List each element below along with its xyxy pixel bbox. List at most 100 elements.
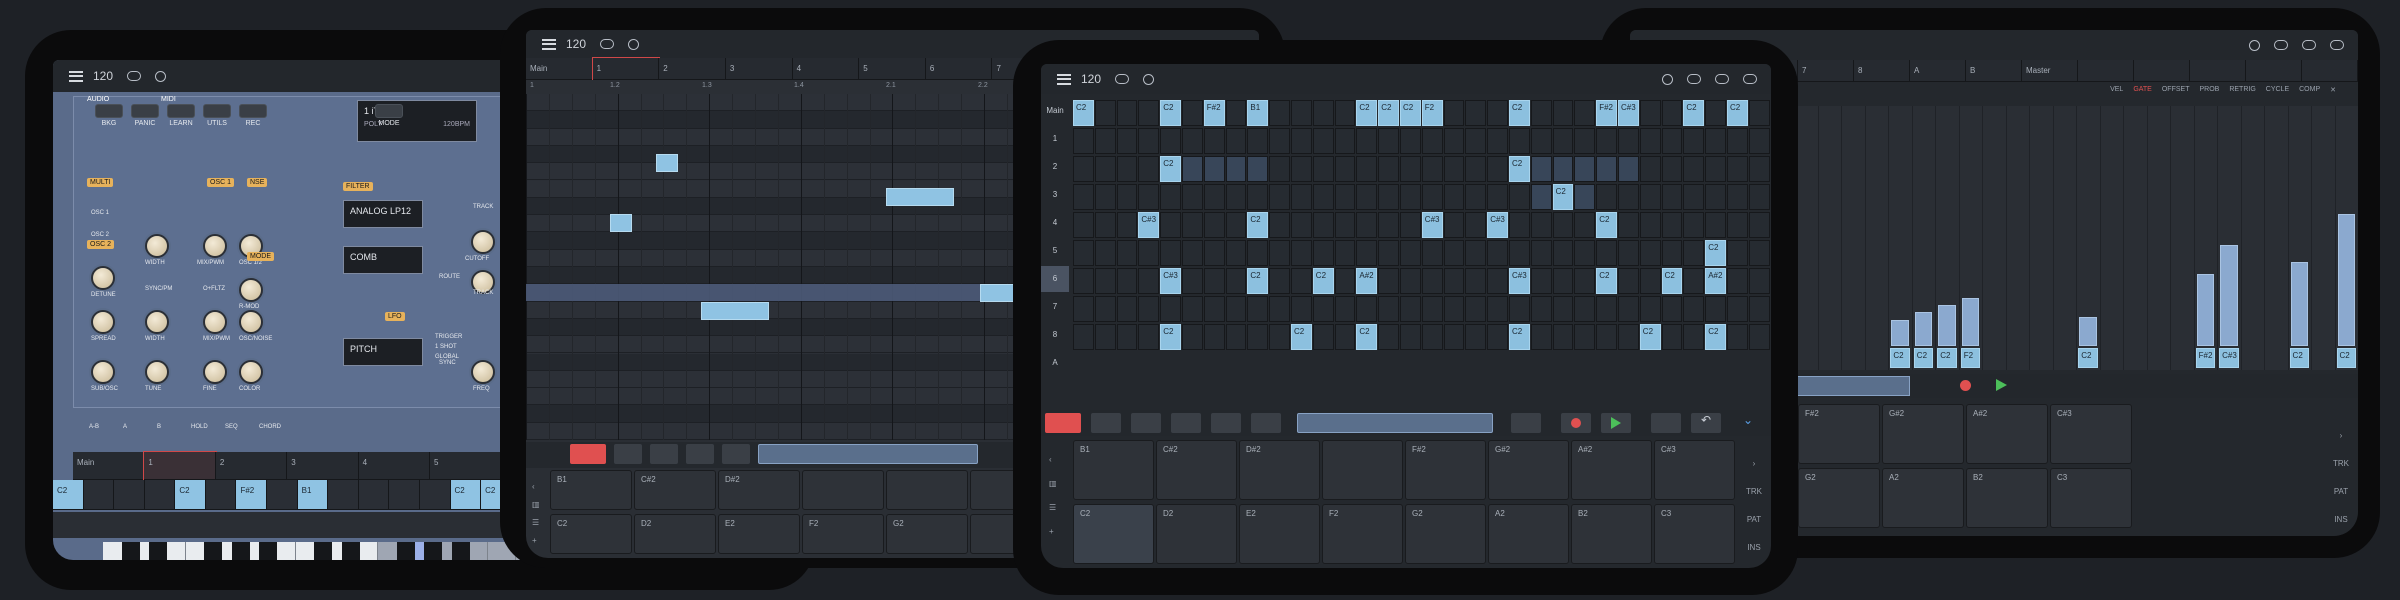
step[interactable]	[1312, 212, 1334, 238]
step[interactable]	[1312, 324, 1334, 350]
step[interactable]	[1705, 128, 1726, 154]
step[interactable]	[1138, 268, 1160, 294]
left-nav[interactable]: ‹ ▥ ☰ +	[1049, 448, 1057, 544]
step[interactable]	[1443, 324, 1465, 350]
step[interactable]	[1443, 212, 1465, 238]
knob[interactable]	[239, 310, 263, 334]
step[interactable]	[1094, 240, 1116, 266]
track-label[interactable]: A	[1041, 350, 1069, 376]
close-icon[interactable]: ✕	[2330, 86, 2336, 102]
active-step[interactable]: C#3	[1487, 212, 1508, 238]
step[interactable]	[1116, 212, 1138, 238]
step[interactable]	[1596, 156, 1617, 182]
active-step[interactable]: C2	[1356, 324, 1378, 350]
knob[interactable]	[203, 360, 227, 384]
step[interactable]	[1530, 128, 1552, 154]
step[interactable]	[1400, 128, 1421, 154]
overview-strip[interactable]	[758, 444, 978, 464]
step[interactable]	[1269, 184, 1290, 210]
view-button[interactable]	[1651, 413, 1681, 433]
overview-strip[interactable]	[1297, 413, 1493, 433]
step-cell[interactable]	[419, 480, 451, 510]
pattern-tab[interactable]: 5	[859, 58, 926, 80]
step[interactable]	[1661, 156, 1683, 182]
track-label[interactable]: 6	[1041, 266, 1069, 292]
metronome-icon[interactable]	[1143, 73, 1155, 85]
step-cell[interactable]	[389, 480, 420, 510]
step[interactable]	[1203, 156, 1225, 182]
step[interactable]	[1661, 212, 1683, 238]
chevron-right-icon[interactable]: ›	[2328, 422, 2354, 450]
bpm-display[interactable]: 120	[566, 37, 586, 51]
step[interactable]	[1160, 212, 1181, 238]
step[interactable]	[1073, 156, 1094, 182]
tool-curve-button[interactable]	[1171, 413, 1201, 433]
step[interactable]	[1225, 296, 1247, 322]
tool-loop-button[interactable]	[1251, 413, 1281, 433]
step[interactable]	[1094, 100, 1116, 126]
step[interactable]	[1618, 324, 1639, 350]
step[interactable]	[1203, 184, 1225, 210]
step[interactable]	[1639, 240, 1661, 266]
step[interactable]	[1378, 128, 1399, 154]
pattern-tab[interactable]: 6	[925, 58, 993, 80]
step[interactable]	[1487, 128, 1508, 154]
step[interactable]	[1247, 324, 1269, 350]
tool-loop-button[interactable]	[722, 444, 750, 464]
step[interactable]	[1269, 240, 1290, 266]
active-step[interactable]: C2	[1291, 324, 1312, 350]
lfo-target-select[interactable]: PITCH	[343, 338, 423, 366]
step[interactable]	[1247, 156, 1269, 182]
piano-key-black[interactable]	[396, 542, 415, 560]
step[interactable]	[1487, 268, 1508, 294]
step[interactable]	[1225, 268, 1247, 294]
step[interactable]	[1574, 212, 1596, 238]
tool-midi-button[interactable]	[686, 444, 714, 464]
step[interactable]	[1727, 268, 1748, 294]
step[interactable]	[1291, 268, 1312, 294]
step[interactable]	[1073, 324, 1094, 350]
step[interactable]	[1683, 128, 1705, 154]
step[interactable]	[1552, 324, 1574, 350]
step[interactable]	[1356, 212, 1378, 238]
step[interactable]	[1465, 128, 1487, 154]
tool-draw-button[interactable]	[570, 444, 606, 464]
active-step[interactable]: C2	[1378, 100, 1399, 126]
step[interactable]	[1116, 100, 1138, 126]
active-step[interactable]: C2	[1160, 324, 1181, 350]
step[interactable]	[1465, 156, 1487, 182]
bpm-display[interactable]: 120	[93, 69, 113, 83]
undo-button[interactable]: ↶	[1691, 413, 1721, 433]
knob[interactable]	[91, 360, 115, 384]
top-button-learn[interactable]	[167, 104, 195, 118]
track-label[interactable]: 7	[1041, 294, 1069, 320]
step[interactable]	[1443, 268, 1465, 294]
active-step[interactable]: C2	[1509, 324, 1530, 350]
top-button-bkg[interactable]	[95, 104, 123, 118]
step[interactable]	[1160, 184, 1181, 210]
step-cell[interactable]	[205, 480, 237, 510]
active-step[interactable]: C2	[1705, 324, 1726, 350]
pattern-tab[interactable]: 5	[430, 452, 502, 480]
step[interactable]	[1618, 128, 1639, 154]
step[interactable]	[1574, 324, 1596, 350]
step-grid[interactable]: C2 C2 F#2 B1 C2 C2 C2 F2 C2 F#2 C#3 C2 C2 C2 C2 C2 C#3 C2…	[1073, 98, 1771, 398]
active-step[interactable]: C2	[1596, 268, 1617, 294]
step[interactable]	[1748, 156, 1770, 182]
top-button-rec[interactable]	[239, 104, 267, 118]
step[interactable]	[1094, 128, 1116, 154]
step[interactable]	[1748, 100, 1770, 126]
step[interactable]	[1727, 240, 1748, 266]
step[interactable]	[1334, 212, 1356, 238]
step[interactable]	[1116, 128, 1138, 154]
step[interactable]	[1269, 156, 1290, 182]
step[interactable]	[1552, 100, 1574, 126]
step[interactable]	[1530, 156, 1552, 182]
step-cell[interactable]	[358, 480, 390, 510]
note-pad[interactable]: C#2	[1156, 440, 1237, 500]
help-icon[interactable]	[1662, 73, 1673, 85]
pattern-tab[interactable]	[2190, 60, 2246, 82]
step[interactable]	[1269, 128, 1290, 154]
step[interactable]	[1487, 156, 1508, 182]
step-cell[interactable]	[267, 480, 298, 510]
